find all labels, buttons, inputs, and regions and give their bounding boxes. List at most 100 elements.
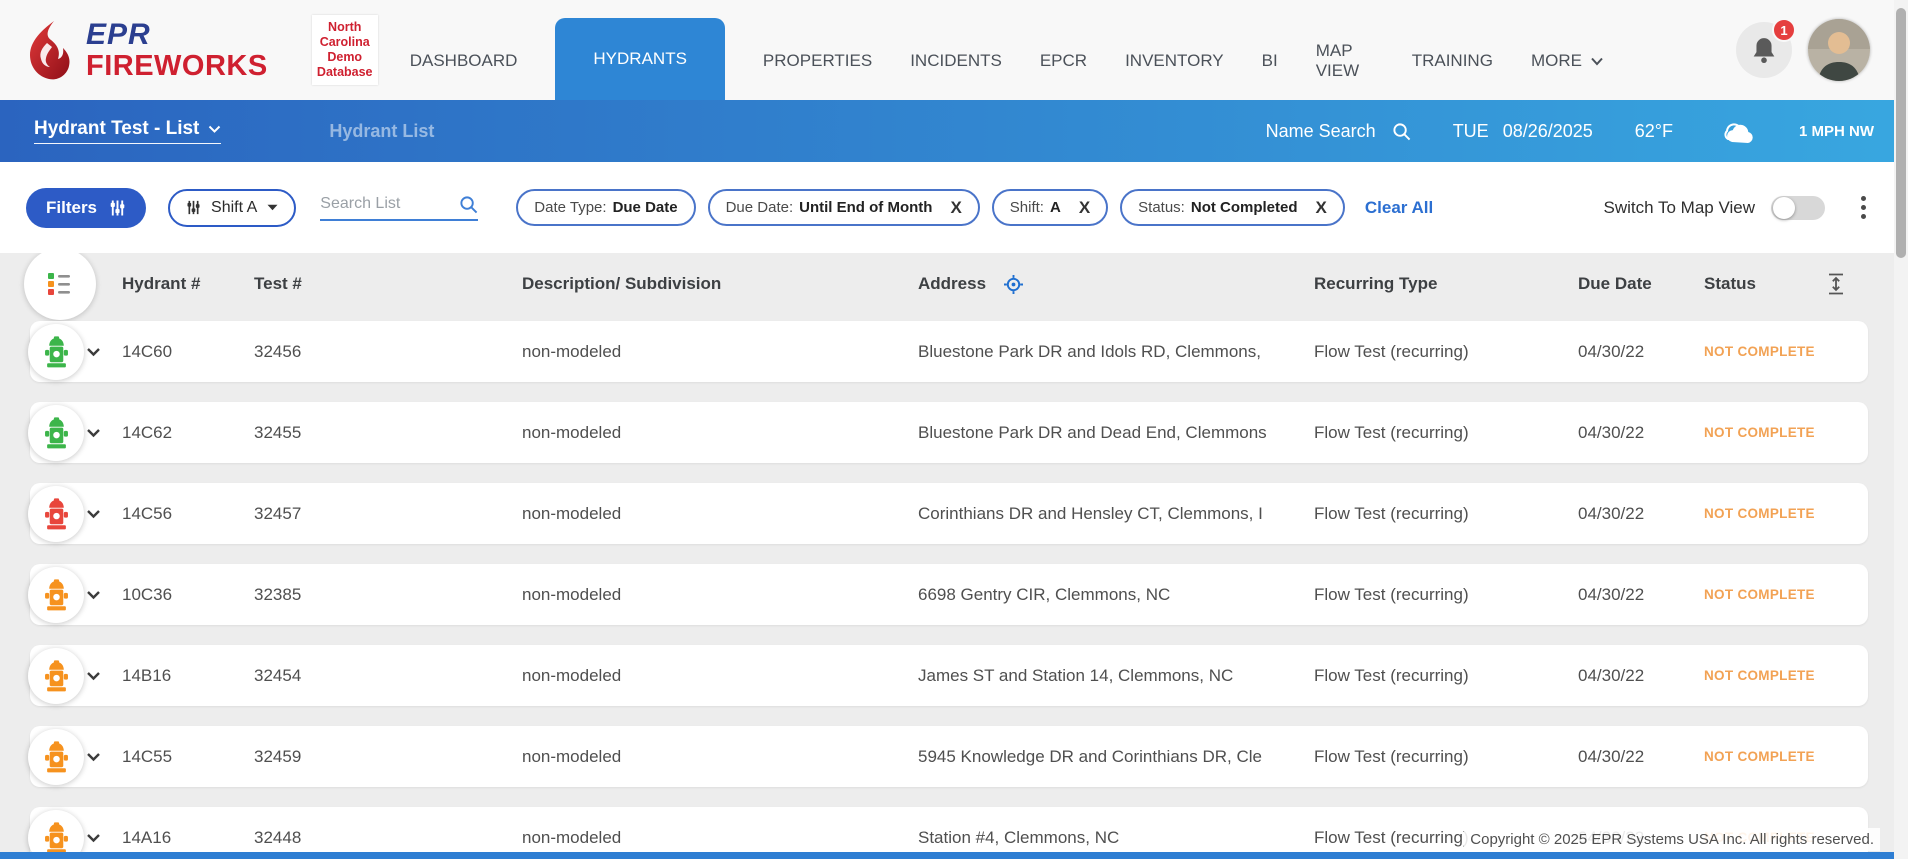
- row-test-number: 32448: [254, 828, 522, 848]
- row-expand-chevron-icon[interactable]: [86, 590, 122, 600]
- row-description: non-modeled: [522, 342, 918, 362]
- sliders-icon: [109, 200, 126, 216]
- filter-chip: Status: Not Completed X: [1120, 189, 1345, 226]
- hydrant-status-circle[interactable]: [28, 405, 84, 461]
- status-legend-button[interactable]: [24, 248, 96, 320]
- remove-filter-icon[interactable]: X: [1079, 199, 1090, 216]
- nav-item-map-view[interactable]: MAP VIEW: [1316, 19, 1374, 80]
- name-search-button[interactable]: Name Search: [1266, 121, 1411, 142]
- column-header-description[interactable]: Description/ Subdivision: [522, 274, 918, 294]
- filter-bar: Filters Shift A Date Type: Due Date: [0, 162, 1908, 253]
- row-address: Station #4, Clemmons, NC: [918, 828, 1314, 848]
- hydrant-list-breadcrumb[interactable]: Hydrant List: [329, 121, 434, 142]
- column-header-address[interactable]: Address: [918, 274, 986, 294]
- row-address: Corinthians DR and Hensley CT, Clemmons,…: [918, 504, 1314, 524]
- list-search-input[interactable]: [320, 195, 453, 213]
- nav-item-bi[interactable]: BI: [1262, 29, 1278, 71]
- row-address: 6698 Gentry CIR, Clemmons, NC: [918, 585, 1314, 605]
- table-row[interactable]: 10C36 32385 non-modeled 6698 Gentry CIR,…: [30, 564, 1868, 625]
- database-badge[interactable]: North Carolina Demo Database: [312, 15, 378, 85]
- row-address: Bluestone Park DR and Dead End, Clemmons: [918, 423, 1314, 443]
- hydrant-status-circle[interactable]: [28, 567, 84, 623]
- filter-chip-label: Shift:: [1010, 199, 1044, 216]
- remove-filter-icon[interactable]: X: [1316, 199, 1327, 216]
- table-row[interactable]: 14B16 32454 non-modeled James ST and Sta…: [30, 645, 1868, 706]
- nav-item-hydrants[interactable]: HYDRANTS: [555, 18, 725, 100]
- row-hydrant-number: 14B16: [122, 666, 254, 686]
- table-row[interactable]: 14C62 32455 non-modeled Bluestone Park D…: [30, 402, 1868, 463]
- hydrant-status-circle[interactable]: [28, 486, 84, 542]
- table-header: Hydrant # Test # Description/ Subdivisio…: [30, 253, 1868, 315]
- column-header-due[interactable]: Due Date: [1578, 274, 1704, 294]
- hydrant-icon: [44, 822, 69, 854]
- nav-item-label: MAP VIEW: [1316, 41, 1374, 80]
- nav-item-epcr[interactable]: EPCR: [1040, 29, 1087, 71]
- filter-chip: Due Date: Until End of Month X: [708, 189, 980, 226]
- overflow-menu-button[interactable]: [1855, 192, 1872, 223]
- nav-item-inventory[interactable]: INVENTORY: [1125, 29, 1224, 71]
- shift-selector[interactable]: Shift A: [168, 189, 296, 227]
- row-hydrant-number: 14A16: [122, 828, 254, 848]
- column-header-hydrant[interactable]: Hydrant #: [122, 274, 254, 294]
- row-description: non-modeled: [522, 666, 918, 686]
- nav-item-incidents[interactable]: INCIDENTS: [910, 29, 1002, 71]
- vertical-scrollbar[interactable]: [1894, 0, 1908, 859]
- row-expand-chevron-icon[interactable]: [86, 671, 122, 681]
- row-expand-chevron-icon[interactable]: [86, 509, 122, 519]
- scrollbar-thumb[interactable]: [1896, 8, 1906, 258]
- row-height-icon[interactable]: [1814, 273, 1846, 295]
- row-description: non-modeled: [522, 504, 918, 524]
- filter-chip-value: Due Date: [613, 199, 678, 216]
- column-header-status[interactable]: Status: [1704, 274, 1814, 294]
- row-due-date: 04/30/22: [1578, 747, 1704, 767]
- row-expand-chevron-icon[interactable]: [86, 833, 122, 843]
- hydrant-status-circle[interactable]: [28, 648, 84, 704]
- nav-item-training[interactable]: TRAINING: [1412, 29, 1493, 71]
- list-title-dropdown[interactable]: Hydrant Test - List: [34, 118, 221, 144]
- row-status-badge: NOT COMPLETED: [1704, 344, 1814, 359]
- filter-chip-label: Due Date:: [726, 199, 794, 216]
- column-header-recurring[interactable]: Recurring Type: [1314, 274, 1578, 294]
- brand-logo-flame-icon: [20, 19, 76, 81]
- row-status-badge: NOT COMPLETED: [1704, 668, 1814, 683]
- table-row[interactable]: 14C60 32456 non-modeled Bluestone Park D…: [30, 321, 1868, 382]
- gps-target-icon[interactable]: [1004, 275, 1023, 294]
- notifications-button[interactable]: 1: [1736, 22, 1792, 78]
- brand-name-top: EPR: [86, 20, 268, 50]
- list-title: Hydrant Test - List: [34, 118, 199, 140]
- row-hydrant-number: 14C55: [122, 747, 254, 767]
- search-icon[interactable]: [459, 195, 478, 214]
- filter-chip-label: Status:: [1138, 199, 1185, 216]
- row-expand-chevron-icon[interactable]: [86, 752, 122, 762]
- brand-logo[interactable]: EPR FIREWORKS: [20, 19, 268, 81]
- map-view-toggle[interactable]: [1771, 196, 1825, 220]
- column-header-test[interactable]: Test #: [254, 274, 522, 294]
- nav-item-label: INCIDENTS: [910, 51, 1002, 71]
- hydrant-icon: [44, 579, 69, 611]
- row-status-badge: NOT COMPLETED: [1704, 506, 1814, 521]
- row-hydrant-number: 14C62: [122, 423, 254, 443]
- table-row[interactable]: 14C55 32459 non-modeled 5945 Knowledge D…: [30, 726, 1868, 787]
- user-avatar[interactable]: [1808, 19, 1870, 81]
- row-recurring-type: Flow Test (recurring): [1314, 666, 1578, 686]
- list-subheader: Hydrant Test - List Hydrant List Name Se…: [0, 100, 1908, 162]
- filter-chip-label: Date Type:: [534, 199, 606, 216]
- nav-item-label: PROPERTIES: [763, 51, 872, 71]
- row-test-number: 32385: [254, 585, 522, 605]
- search-icon: [1392, 122, 1411, 141]
- row-expand-chevron-icon[interactable]: [86, 428, 122, 438]
- table-row[interactable]: 14C56 32457 non-modeled Corinthians DR a…: [30, 483, 1868, 544]
- nav-item-more[interactable]: MORE: [1531, 29, 1604, 71]
- row-test-number: 32457: [254, 504, 522, 524]
- filter-chip: Shift: A X: [992, 189, 1108, 226]
- hydrant-status-circle[interactable]: [28, 324, 84, 380]
- remove-filter-icon[interactable]: X: [950, 199, 961, 216]
- clear-all-link[interactable]: Clear All: [1365, 198, 1433, 218]
- nav-item-properties[interactable]: PROPERTIES: [763, 29, 872, 71]
- filters-button[interactable]: Filters: [26, 188, 146, 228]
- row-test-number: 32456: [254, 342, 522, 362]
- row-expand-chevron-icon[interactable]: [86, 347, 122, 357]
- row-description: non-modeled: [522, 423, 918, 443]
- nav-item-dashboard[interactable]: DASHBOARD: [410, 29, 518, 71]
- hydrant-status-circle[interactable]: [28, 729, 84, 785]
